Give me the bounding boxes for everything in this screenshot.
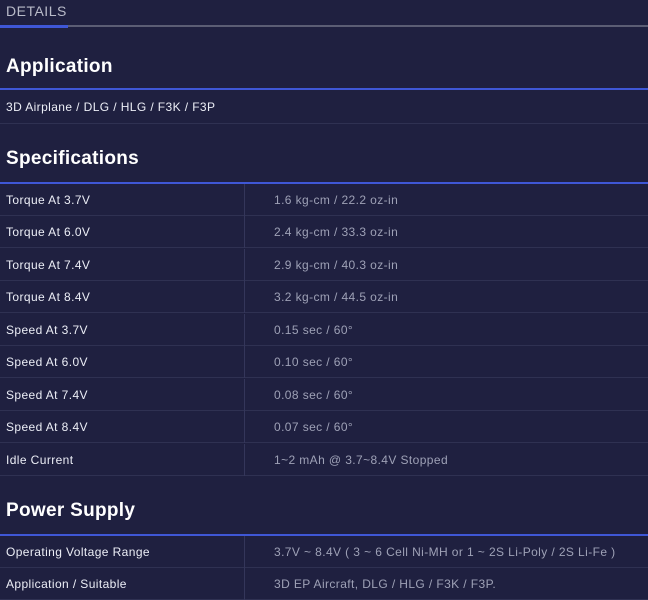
spec-value: 1~2 mAh @ 3.7~8.4V Stopped [274, 453, 449, 467]
spec-value: 3.2 kg-cm / 44.5 oz-in [274, 290, 399, 304]
spec-label: Torque At 7.4V [6, 258, 91, 272]
column-divider [244, 411, 245, 443]
application-row-divider [0, 123, 648, 124]
tab-details[interactable]: DETAILS [6, 3, 67, 19]
spec-value: 0.15 sec / 60° [274, 323, 354, 337]
spec-value: 2.9 kg-cm / 40.3 oz-in [274, 258, 399, 272]
details-tab-bar: DETAILS [0, 0, 648, 28]
spec-label: Speed At 3.7V [6, 323, 88, 337]
power-row-operating-voltage: Operating Voltage Range 3.7V ~ 8.4V ( 3 … [0, 536, 648, 568]
tab-active-indicator [0, 25, 68, 28]
column-divider [244, 314, 245, 346]
column-divider [244, 249, 245, 281]
application-rule [0, 88, 648, 90]
column-divider [244, 379, 245, 411]
power-value: 3.7V ~ 8.4V ( 3 ~ 6 Cell Ni-MH or 1 ~ 2S… [274, 545, 616, 559]
column-divider [244, 444, 245, 476]
spec-row-speed-6-0v: Speed At 6.0V 0.10 sec / 60° [0, 346, 648, 378]
spec-row-torque-3-7v: Torque At 3.7V 1.6 kg-cm / 22.2 oz-in [0, 184, 648, 216]
application-value: 3D Airplane / DLG / HLG / F3K / F3P [6, 100, 216, 114]
power-label: Application / Suitable [6, 577, 127, 591]
column-divider [244, 346, 245, 378]
spec-label: Idle Current [6, 453, 74, 467]
column-divider [244, 184, 245, 216]
spec-value: 0.08 sec / 60° [274, 388, 354, 402]
spec-row-torque-7-4v: Torque At 7.4V 2.9 kg-cm / 40.3 oz-in [0, 249, 648, 281]
power-value: 3D EP Aircraft, DLG / HLG / F3K / F3P. [274, 577, 497, 591]
spec-label: Speed At 8.4V [6, 420, 88, 434]
spec-row-torque-8-4v: Torque At 8.4V 3.2 kg-cm / 44.5 oz-in [0, 281, 648, 313]
specifications-heading: Specifications [6, 148, 140, 169]
column-divider [244, 536, 245, 568]
column-divider [244, 568, 245, 600]
spec-label: Speed At 7.4V [6, 388, 88, 402]
spec-label: Torque At 8.4V [6, 290, 91, 304]
power-supply-heading: Power Supply [6, 500, 136, 521]
spec-label: Speed At 6.0V [6, 355, 88, 369]
application-heading: Application [6, 56, 113, 77]
column-divider [244, 281, 245, 313]
spec-row-idle-current: Idle Current 1~2 mAh @ 3.7~8.4V Stopped [0, 444, 648, 476]
spec-label: Torque At 3.7V [6, 193, 91, 207]
spec-value: 0.10 sec / 60° [274, 355, 354, 369]
spec-value: 1.6 kg-cm / 22.2 oz-in [274, 193, 399, 207]
spec-row-speed-8-4v: Speed At 8.4V 0.07 sec / 60° [0, 411, 648, 443]
tab-underline [0, 25, 648, 27]
power-label: Operating Voltage Range [6, 545, 150, 559]
product-details-panel: DETAILS Application 3D Airplane / DLG / … [0, 0, 648, 600]
spec-row-torque-6-0v: Torque At 6.0V 2.4 kg-cm / 33.3 oz-in [0, 216, 648, 248]
spec-label: Torque At 6.0V [6, 225, 91, 239]
spec-value: 2.4 kg-cm / 33.3 oz-in [274, 225, 399, 239]
spec-row-speed-3-7v: Speed At 3.7V 0.15 sec / 60° [0, 314, 648, 346]
spec-row-speed-7-4v: Speed At 7.4V 0.08 sec / 60° [0, 379, 648, 411]
column-divider [244, 216, 245, 248]
spec-value: 0.07 sec / 60° [274, 420, 354, 434]
power-row-application-suitable: Application / Suitable 3D EP Aircraft, D… [0, 568, 648, 600]
